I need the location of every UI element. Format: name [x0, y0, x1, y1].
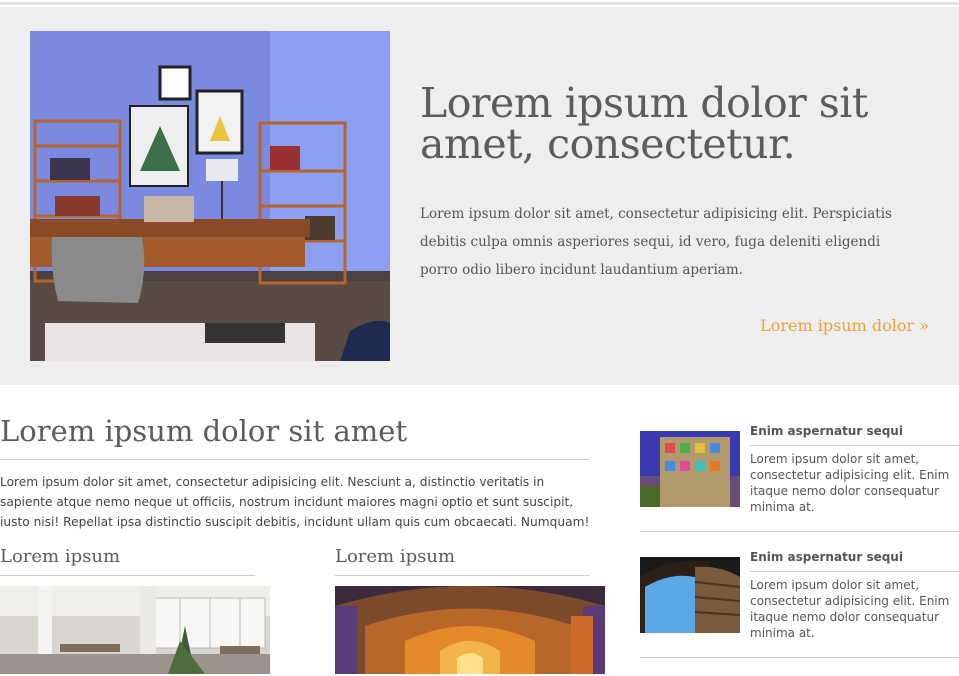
hero-title: Lorem ipsum dolor sit amet, consectetur.: [420, 79, 868, 168]
curved-building-thumbnail: [640, 557, 740, 633]
main-text: Lorem ipsum dolor sit amet, consectetur …: [0, 475, 590, 529]
colorful-building-thumbnail: [640, 431, 740, 507]
sub-column-title: Lorem ipsum: [0, 543, 255, 576]
main-title: Lorem ipsum dolor sit amet: [0, 411, 589, 460]
sidebar-item-text: Lorem ipsum dolor sit amet, consectetur …: [750, 452, 950, 514]
hero-read-more-link[interactable]: Lorem ipsum dolor »: [760, 316, 929, 335]
sidebar-item[interactable]: Enim aspernatur sequi Lorem ipsum dolor …: [640, 550, 959, 658]
top-divider: [0, 2, 959, 5]
hero-section: Lorem ipsum dolor sit amet, consectetur.…: [0, 7, 959, 385]
hero-office-image: [30, 31, 390, 361]
sub-column-1: Lorem ipsum: [0, 543, 270, 674]
sub-column-title: Lorem ipsum: [335, 543, 590, 576]
sidebar-item-title: Enim aspernatur sequi: [750, 423, 959, 446]
hero-text: Lorem ipsum dolor sit amet, consectetur …: [420, 206, 892, 278]
office-space-image: [0, 586, 270, 674]
sub-column-2: Lorem ipsum: [335, 543, 605, 674]
arches-image: [335, 586, 605, 674]
sidebar-item[interactable]: Enim aspernatur sequi Lorem ipsum dolor …: [640, 424, 959, 532]
sidebar-item-title: Enim aspernatur sequi: [750, 549, 959, 572]
sidebar-item-text: Lorem ipsum dolor sit amet, consectetur …: [750, 578, 950, 640]
